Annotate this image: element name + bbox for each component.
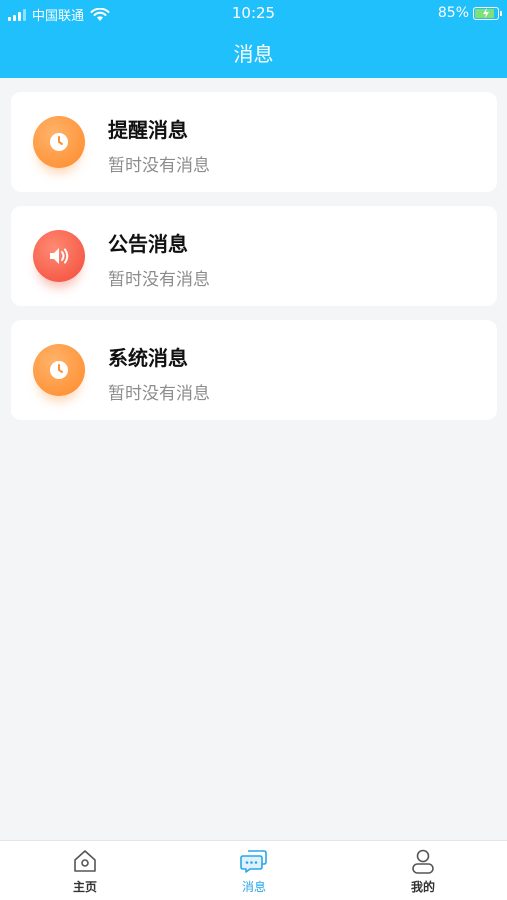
message-title: 公告消息 bbox=[108, 232, 188, 256]
message-subtitle: 暂时没有消息 bbox=[108, 156, 210, 176]
tab-profile[interactable]: 我的 bbox=[383, 847, 463, 895]
status-time: 10:25 bbox=[231, 4, 276, 22]
battery-percent: 85% bbox=[437, 5, 469, 21]
home-icon bbox=[74, 850, 96, 872]
status-bar: 中国联通 10:25 85% bbox=[0, 0, 507, 26]
tab-label: 我的 bbox=[410, 880, 435, 894]
tab-home[interactable]: 主页 bbox=[45, 847, 125, 895]
page-title: 消息 bbox=[233, 42, 274, 66]
message-subtitle: 暂时没有消息 bbox=[108, 270, 210, 290]
message-title: 提醒消息 bbox=[108, 118, 188, 142]
message-card-system[interactable]: 系统消息 暂时没有消息 bbox=[11, 320, 497, 420]
tab-messages[interactable]: 消息 bbox=[214, 847, 294, 895]
message-card-announcement[interactable]: 公告消息 暂时没有消息 bbox=[11, 206, 497, 306]
tab-bar: 主页 消息 我的 bbox=[0, 840, 507, 900]
tab-label: 主页 bbox=[72, 880, 97, 894]
message-list: 提醒消息 暂时没有消息 公告消息 暂时没有消息 系统消息 暂时没有消息 bbox=[11, 92, 497, 434]
message-card-reminder[interactable]: 提醒消息 暂时没有消息 bbox=[11, 92, 497, 192]
header: 中国联通 10:25 85% 消息 bbox=[0, 0, 507, 78]
clock-icon bbox=[33, 344, 85, 396]
message-title: 系统消息 bbox=[108, 346, 188, 370]
clock-icon bbox=[33, 116, 85, 168]
user-icon bbox=[412, 849, 434, 874]
speaker-icon bbox=[33, 230, 85, 282]
battery-icon bbox=[473, 6, 502, 20]
message-subtitle: 暂时没有消息 bbox=[108, 384, 210, 404]
chat-icon bbox=[240, 850, 267, 873]
tab-label: 消息 bbox=[241, 880, 266, 894]
